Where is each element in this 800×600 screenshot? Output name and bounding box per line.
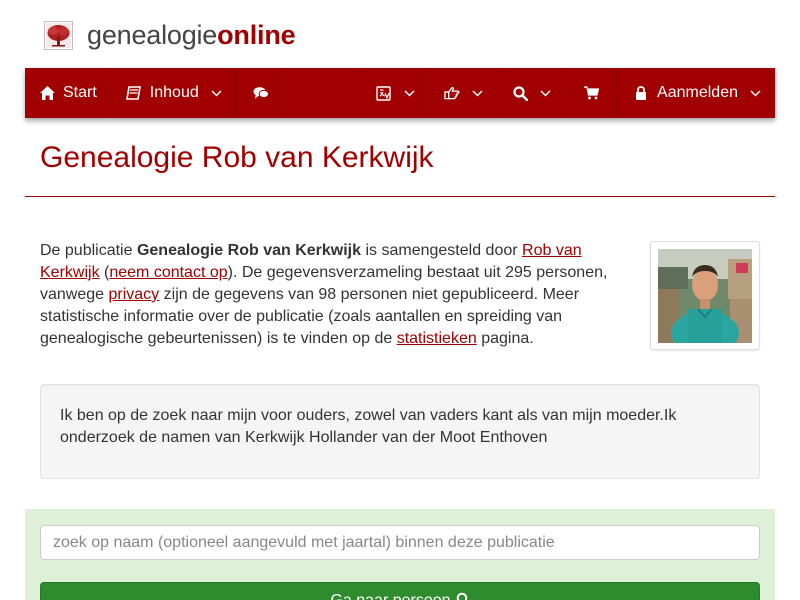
home-icon xyxy=(39,85,55,101)
nav-inhoud-label: Inhoud xyxy=(149,84,199,101)
person-search-input[interactable] xyxy=(40,525,760,560)
publication-description: Ik ben op de zoek naar mijn voor ouders,… xyxy=(40,384,760,479)
page-title: Genealogie Rob van Kerkwijk xyxy=(40,141,434,174)
chevron-down-icon xyxy=(472,89,483,97)
privacy-link[interactable]: privacy xyxy=(109,286,160,303)
navbar-spacer xyxy=(286,68,363,118)
search-icon xyxy=(512,85,528,101)
statistics-link[interactable]: statistieken xyxy=(397,330,477,347)
chevron-down-icon xyxy=(404,89,415,97)
nav-start[interactable]: Start xyxy=(25,68,112,118)
hand-point-icon xyxy=(444,85,460,101)
comments-icon xyxy=(253,85,269,101)
search-icon xyxy=(456,592,470,600)
chevron-down-icon xyxy=(211,89,222,97)
author-photo[interactable] xyxy=(650,241,760,350)
site-logo[interactable]: genealogieonline xyxy=(44,18,296,52)
contact-link[interactable]: neem contact op xyxy=(109,264,227,281)
publication-name: Genealogie Rob van Kerkwijk xyxy=(136,242,362,259)
nav-aanmelden-label: Aanmelden xyxy=(657,84,738,101)
tree-logo-icon xyxy=(44,20,73,50)
go-to-person-label: Ga naar persoon xyxy=(330,592,450,600)
nav-inhoud[interactable]: Inhoud xyxy=(112,68,237,118)
person-search-panel: Ga naar persoon xyxy=(25,509,775,600)
publication-intro: De publicatie Genealogie Rob van Kerkwij… xyxy=(40,242,608,347)
nav-forum[interactable] xyxy=(237,68,286,118)
chevron-down-icon xyxy=(540,89,551,97)
author-photo-image xyxy=(658,249,752,343)
nav-aanmelden[interactable]: Aanmelden xyxy=(617,68,775,118)
nav-pointer-menu[interactable] xyxy=(430,68,499,118)
nav-language[interactable] xyxy=(362,68,431,118)
nav-search[interactable] xyxy=(498,68,567,118)
go-to-person-button[interactable]: Ga naar persoon xyxy=(40,582,760,600)
site-name: genealogieonline xyxy=(87,20,296,50)
book-icon xyxy=(126,85,142,101)
lock-icon xyxy=(633,85,649,101)
main-navbar: Start Inhoud Aanmelden xyxy=(25,68,775,118)
nav-start-label: Start xyxy=(63,84,97,101)
title-divider xyxy=(25,196,775,197)
chevron-down-icon xyxy=(750,89,761,97)
nav-shop[interactable] xyxy=(566,68,618,118)
translate-icon xyxy=(376,85,392,101)
cart-icon xyxy=(583,85,599,101)
description-text: Ik ben op de zoek naar mijn voor ouders,… xyxy=(60,407,677,446)
